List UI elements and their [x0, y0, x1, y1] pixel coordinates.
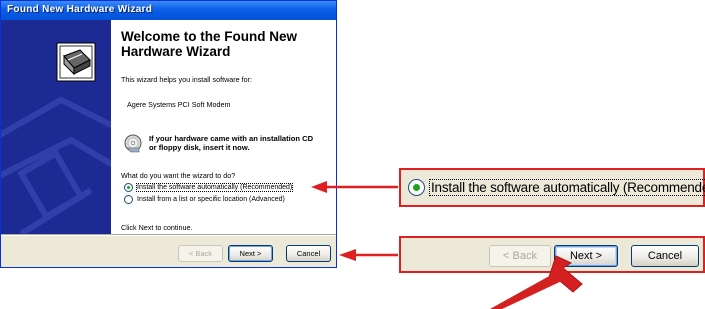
option-automatic-label[interactable]: Install the software automatically (Reco…: [135, 183, 294, 192]
callout-cancel-button[interactable]: Cancel: [631, 245, 699, 267]
callout-option-label[interactable]: Install the software automatically (Reco…: [429, 179, 705, 196]
back-button[interactable]: < Back: [178, 245, 223, 262]
option-automatic[interactable]: Install the software automatically (Reco…: [124, 183, 294, 192]
continue-text: Click Next to continue.: [121, 223, 193, 232]
question-text: What do you want the wizard to do?: [121, 171, 236, 180]
wizard-content: Welcome to the Found New Hardware Wizard…: [111, 20, 336, 234]
callout-radio-automatic[interactable]: [408, 179, 425, 196]
cd-icon: [124, 134, 142, 153]
window-title: Found New Hardware Wizard: [7, 4, 153, 15]
intro-text: This wizard helps you install software f…: [121, 75, 253, 84]
next-button[interactable]: Next >: [228, 245, 273, 262]
arrow-to-buttons: [339, 249, 398, 261]
radio-advanced[interactable]: [124, 195, 133, 204]
cancel-button[interactable]: Cancel: [286, 245, 331, 262]
wizard-side-panel: [1, 20, 111, 234]
cd-line-2: or floppy disk, insert it now.: [149, 143, 250, 152]
callout-buttons-zoom: < Back Next > Cancel: [399, 236, 705, 273]
cd-line-1: If your hardware came with an installati…: [149, 134, 314, 143]
callout-back-button[interactable]: < Back: [489, 245, 551, 267]
button-separator: [1, 234, 336, 236]
hardware-wizard-icon: [56, 42, 96, 82]
radio-automatic[interactable]: [124, 183, 133, 192]
device-name: Agere Systems PCI Soft Modem: [127, 100, 231, 109]
wizard-window: Found New Hardware Wizard Welcome to the…: [0, 0, 337, 268]
callout-option-automatic[interactable]: Install the software automatically (Reco…: [408, 179, 705, 196]
option-advanced[interactable]: Install from a list or specific location…: [124, 195, 285, 204]
callout-option-zoom: Install the software automatically (Reco…: [399, 168, 705, 207]
title-bar[interactable]: Found New Hardware Wizard: [1, 1, 336, 20]
welcome-heading: Welcome to the Found New Hardware Wizard: [121, 29, 298, 59]
cd-instruction: If your hardware came with an installati…: [149, 134, 313, 152]
option-advanced-label[interactable]: Install from a list or specific location…: [137, 196, 285, 203]
callout-next-button[interactable]: Next >: [554, 245, 618, 267]
